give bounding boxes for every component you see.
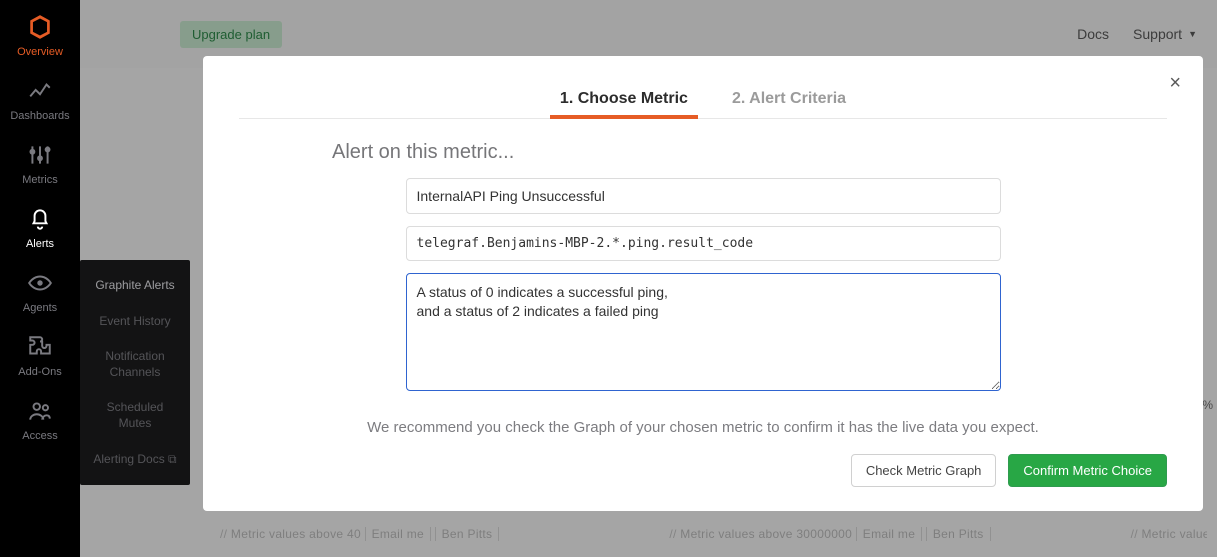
close-icon[interactable]: × <box>1169 72 1181 95</box>
check-metric-graph-button[interactable]: Check Metric Graph <box>851 454 997 487</box>
logo-icon <box>27 14 53 40</box>
nav-label: Dashboards <box>10 110 69 122</box>
nav-metrics[interactable]: Metrics <box>0 130 80 194</box>
nav-label: Metrics <box>22 174 57 186</box>
nav-access[interactable]: Access <box>0 386 80 450</box>
recommendation-text: We recommend you check the Graph of your… <box>239 419 1167 436</box>
alert-description-textarea[interactable] <box>406 273 1001 391</box>
side-nav: Overview Dashboards Metrics Alerts Agent… <box>0 0 80 557</box>
alert-name-input[interactable] <box>406 178 1001 214</box>
sliders-icon <box>27 142 53 168</box>
nav-label: Overview <box>17 46 63 58</box>
nav-addons[interactable]: Add-Ons <box>0 322 80 386</box>
nav-dashboards[interactable]: Dashboards <box>0 66 80 130</box>
nav-label: Access <box>22 430 57 442</box>
chart-line-icon <box>27 78 53 104</box>
nav-alerts[interactable]: Alerts <box>0 194 80 258</box>
wizard-steps: 1. Choose Metric 2. Alert Criteria <box>239 84 1167 119</box>
confirm-metric-choice-button[interactable]: Confirm Metric Choice <box>1008 454 1167 487</box>
nav-label: Add-Ons <box>18 366 61 378</box>
eye-icon <box>27 270 53 296</box>
step-choose-metric[interactable]: 1. Choose Metric <box>556 84 692 118</box>
nav-label: Agents <box>23 302 57 314</box>
modal-actions: Check Metric Graph Confirm Metric Choice <box>239 454 1167 487</box>
bell-icon <box>27 206 53 232</box>
people-icon <box>27 398 53 424</box>
step-alert-criteria[interactable]: 2. Alert Criteria <box>728 84 850 118</box>
metric-path-input[interactable] <box>406 226 1001 261</box>
section-title: Alert on this metric... <box>332 141 1167 164</box>
create-alert-modal: × 1. Choose Metric 2. Alert Criteria Ale… <box>203 56 1203 511</box>
nav-label: Alerts <box>26 238 54 250</box>
puzzle-icon <box>27 334 53 360</box>
nav-agents[interactable]: Agents <box>0 258 80 322</box>
nav-overview[interactable]: Overview <box>0 0 80 66</box>
